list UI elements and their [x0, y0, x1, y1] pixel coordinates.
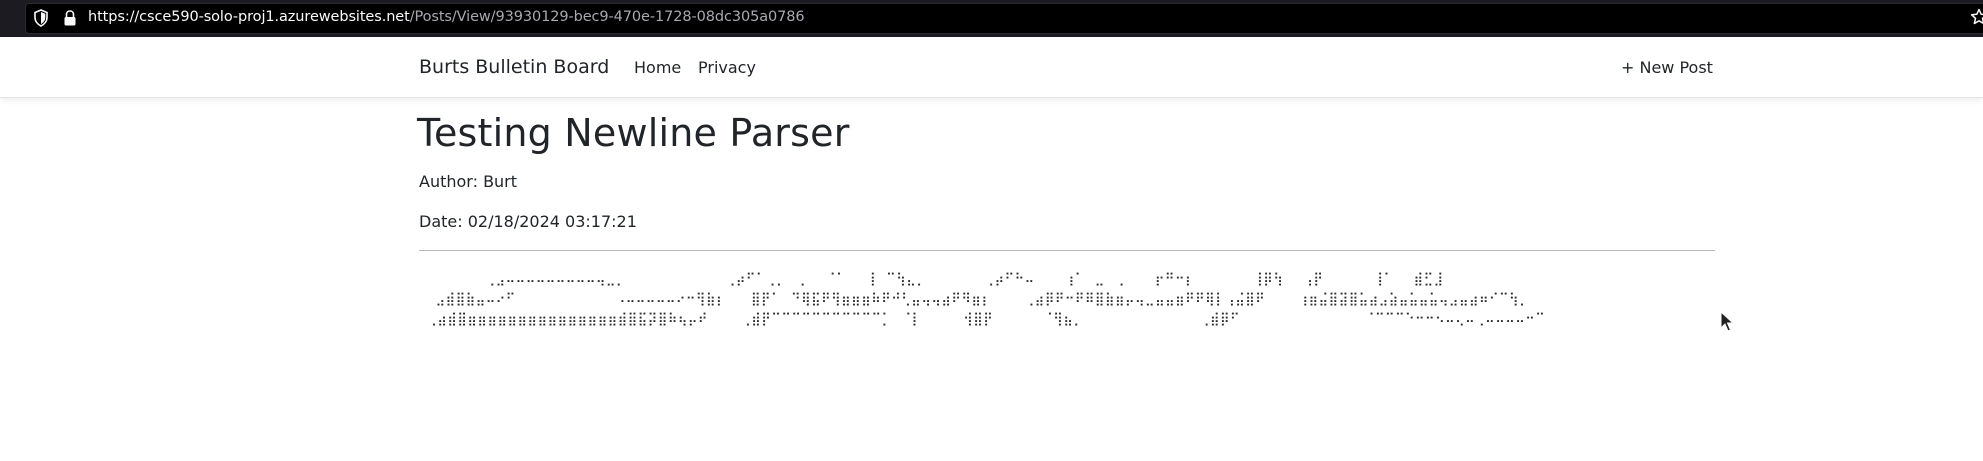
new-post-link[interactable]: + New Post	[1621, 58, 1713, 77]
brand-link[interactable]: Burts Bulletin Board	[419, 56, 609, 78]
nav-home-link[interactable]: Home	[634, 58, 681, 77]
url-host: https://csce590-solo-proj1.azurewebsites…	[88, 9, 410, 25]
post-title: Testing Newline Parser	[417, 111, 850, 155]
url-text[interactable]: https://csce590-solo-proj1.azurewebsites…	[88, 9, 805, 25]
shield-icon[interactable]	[33, 9, 49, 27]
post-author: Author: Burt	[419, 172, 518, 191]
nav-privacy-link[interactable]: Privacy	[698, 58, 756, 77]
divider	[419, 250, 1715, 251]
post-body-text: ⢀⣠⠤⠤⠤⠤⠤⠤⠤⠤⠤⢤⣀⡀ ⢀⡴⠋⠁⢀⡀⠀⢀⠀⠀⠈⠁⠀⠀⢸⠀⠉⢳⣄⡀ ⢀⡴⠋⠓…	[427, 272, 1546, 327]
post-body: ⢀⣠⠤⠤⠤⠤⠤⠤⠤⠤⠤⢤⣀⡀ ⢀⡴⠋⠁⢀⡀⠀⢀⠀⠀⠈⠁⠀⠀⢸⠀⠉⢳⣄⡀ ⢀⡴⠋⠓…	[419, 270, 1715, 340]
site-navbar: Burts Bulletin Board Home Privacy + New …	[0, 37, 1983, 98]
star-icon[interactable]	[1970, 8, 1983, 26]
post-date: Date: 02/18/2024 03:17:21	[419, 212, 637, 231]
mouse-cursor-icon	[1720, 310, 1736, 333]
browser-toolbar: https://csce590-solo-proj1.azurewebsites…	[0, 0, 1983, 37]
lock-icon[interactable]	[63, 9, 77, 27]
url-path: /Posts/View/93930129-bec9-470e-1728-08dc…	[409, 9, 805, 25]
